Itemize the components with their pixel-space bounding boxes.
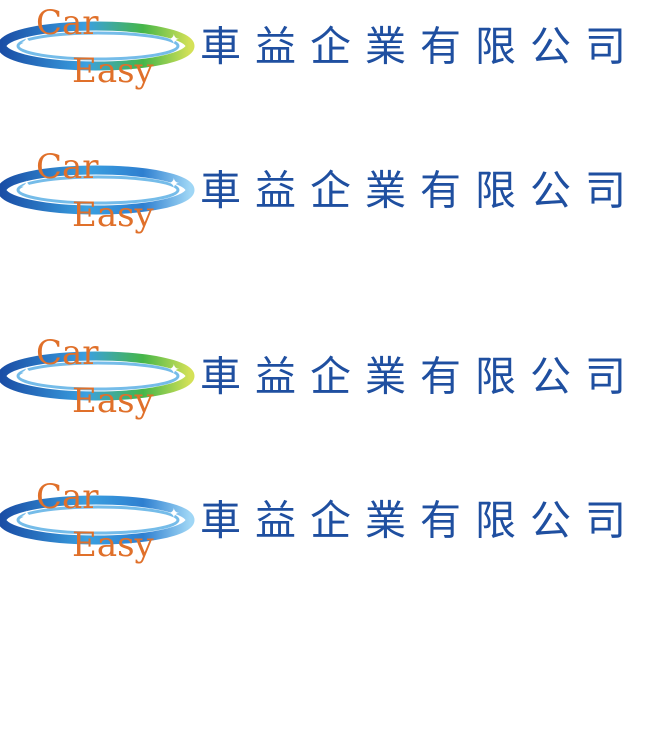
careasy-logo-mark-2: ✦ ✦ Car Easy	[0, 147, 195, 235]
logo-row-4: ✦ ✦ Car Easy 車益企業有限公司	[0, 476, 653, 566]
company-name: 車益企業有限公司	[200, 166, 640, 215]
svg-text:✦: ✦	[20, 507, 33, 526]
logo-row-3: ✦ ✦ Car Easy 車益企業有限公司	[0, 332, 653, 422]
svg-text:✦: ✦	[168, 362, 180, 378]
logo-word-easy: Easy	[72, 195, 155, 235]
svg-text:✦: ✦	[168, 32, 180, 48]
svg-text:✦: ✦	[20, 363, 33, 382]
logo-row-1: ✦ ✦ Car Easy 車益企業有限公司	[0, 2, 653, 92]
careasy-logo-mark-4: ✦ ✦ Car Easy	[0, 477, 195, 565]
careasy-logo-mark-3: ✦ ✦ Car Easy	[0, 333, 195, 421]
careasy-logo-mark-1: ✦ ✦ Car Easy	[0, 3, 195, 91]
logo-word-car: Car	[36, 3, 99, 43]
company-name: 車益企業有限公司	[200, 22, 640, 71]
logo-word-car: Car	[36, 147, 99, 187]
svg-text:✦: ✦	[20, 177, 33, 196]
logo-word-car: Car	[36, 477, 99, 517]
svg-text:✦: ✦	[168, 506, 180, 522]
logo-word-easy: Easy	[72, 525, 155, 565]
svg-text:✦: ✦	[20, 33, 33, 52]
logo-word-easy: Easy	[72, 381, 155, 421]
logo-word-car: Car	[36, 333, 99, 373]
svg-text:✦: ✦	[168, 176, 180, 192]
logo-word-easy: Easy	[72, 51, 155, 91]
logo-row-2: ✦ ✦ Car Easy 車益企業有限公司	[0, 146, 653, 236]
company-name: 車益企業有限公司	[200, 496, 640, 545]
company-name: 車益企業有限公司	[200, 352, 640, 401]
